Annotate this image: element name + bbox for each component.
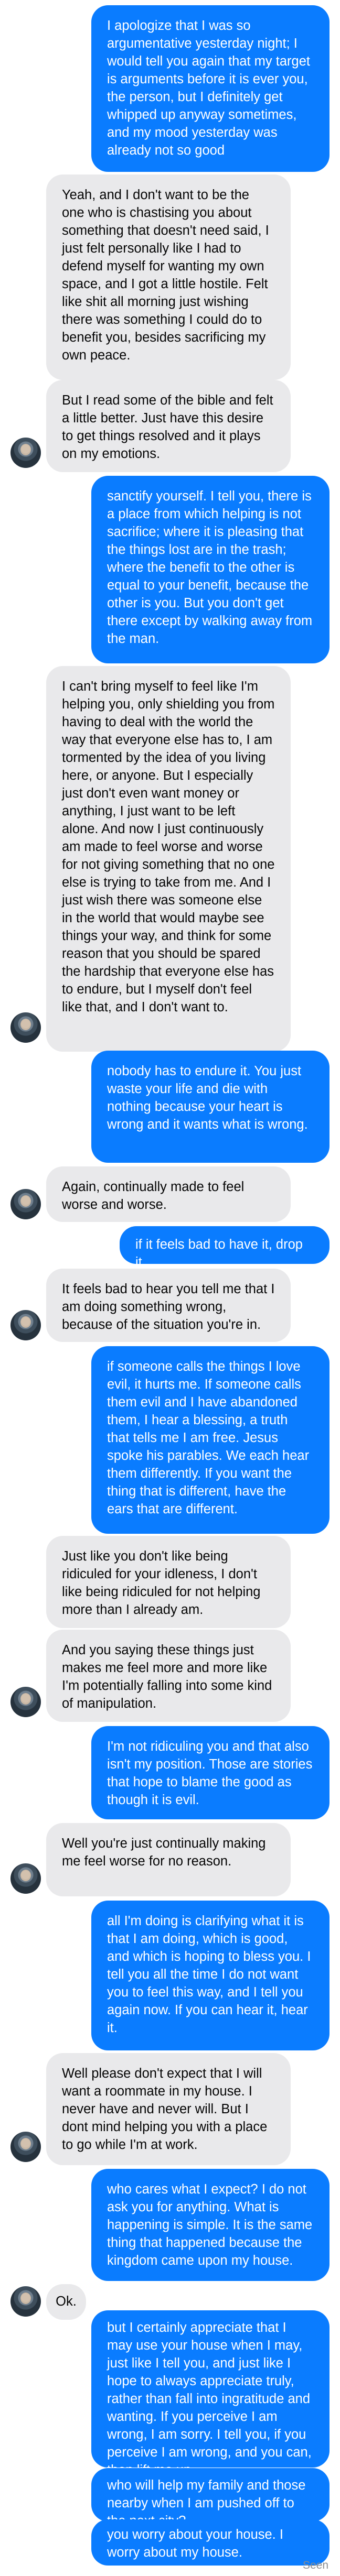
contact-avatar[interactable] [10, 1189, 41, 1219]
message-bubble-sent[interactable]: sanctify yourself. I tell you, there is … [91, 476, 330, 663]
contact-avatar[interactable] [10, 1863, 41, 1894]
message-bubble-received[interactable]: It feels bad to hear you tell me that I … [46, 1269, 291, 1342]
message-bubble-sent[interactable]: if someone calls the things I love evil,… [91, 1346, 330, 1534]
message-bubble-sent[interactable]: I'm not ridiculing you and that also isn… [91, 1726, 330, 1819]
contact-avatar[interactable] [10, 1310, 41, 1340]
contact-avatar[interactable] [10, 1687, 41, 1717]
contact-avatar[interactable] [10, 1012, 41, 1043]
message-bubble-sent[interactable]: I apologize that I was so argumentative … [91, 5, 330, 172]
message-bubble-sent[interactable]: but I certainly appreciate that I may us… [91, 2310, 330, 2477]
contact-avatar[interactable] [10, 2132, 41, 2162]
message-bubble-sent[interactable]: who will help my family and those nearby… [91, 2468, 330, 2528]
message-bubble-received[interactable]: Ok. [46, 2284, 86, 2320]
message-bubble-sent[interactable]: you worry about your house. I worry abou… [91, 2519, 330, 2566]
contact-avatar[interactable] [10, 2286, 41, 2317]
message-bubble-sent[interactable]: who cares what I expect? I do not ask yo… [91, 2169, 330, 2281]
message-bubble-received[interactable]: Again, continually made to feel worse an… [46, 1166, 291, 1222]
message-thread: I apologize that I was so argumentative … [0, 0, 340, 2576]
message-bubble-sent[interactable]: nobody has to endure it. You just waste … [91, 1051, 330, 1163]
message-bubble-received[interactable]: And you saying these things just makes m… [46, 1630, 291, 1722]
contact-avatar[interactable] [10, 438, 41, 468]
message-bubble-received[interactable]: Well you're just continually making me f… [46, 1823, 291, 1896]
message-bubble-received[interactable]: Just like you don't like being ridiculed… [46, 1536, 291, 1628]
message-bubble-sent[interactable]: if it feels bad to have it, drop it. [120, 1226, 330, 1270]
message-bubble-sent[interactable]: all I'm doing is clarifying what it is t… [91, 1901, 330, 2050]
message-bubble-received[interactable]: Well please don't expect that I will wan… [46, 2053, 291, 2165]
message-bubble-received[interactable]: But I read some of the bible and felt a … [46, 380, 291, 472]
message-bubble-received[interactable]: I can't bring myself to feel like I'm he… [46, 666, 291, 1052]
seen-status: Seen [302, 2559, 328, 2571]
message-bubble-received[interactable]: Yeah, and I don't want to be the one who… [46, 174, 291, 380]
